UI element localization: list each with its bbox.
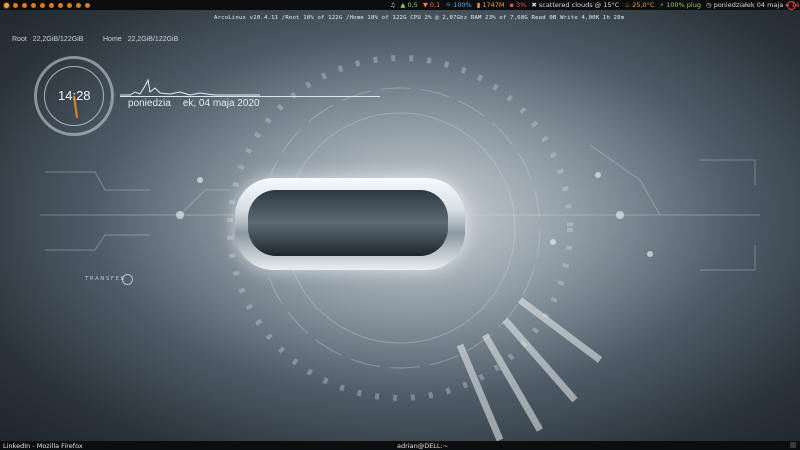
date-text: poniedzia ek, 04 maja 2020 <box>128 98 272 109</box>
bottom-taskbar: LinkedIn - Mozilla Firefox adrian@DELL:~ <box>0 441 800 450</box>
central-chip-core <box>248 190 448 256</box>
transfer-icon <box>122 274 133 285</box>
show-desktop-button[interactable] <box>790 442 796 448</box>
date-underline <box>120 96 380 97</box>
date-full: ek, 04 maja 2020 <box>182 98 260 109</box>
clock-time: 14:28 <box>58 88 91 103</box>
task-firefox[interactable]: LinkedIn - Mozilla Firefox <box>3 442 83 450</box>
date-day: poniedzia <box>128 98 171 109</box>
task-terminal[interactable]: adrian@DELL:~ <box>397 442 448 450</box>
transfer-label: TRANSFER <box>85 276 126 282</box>
